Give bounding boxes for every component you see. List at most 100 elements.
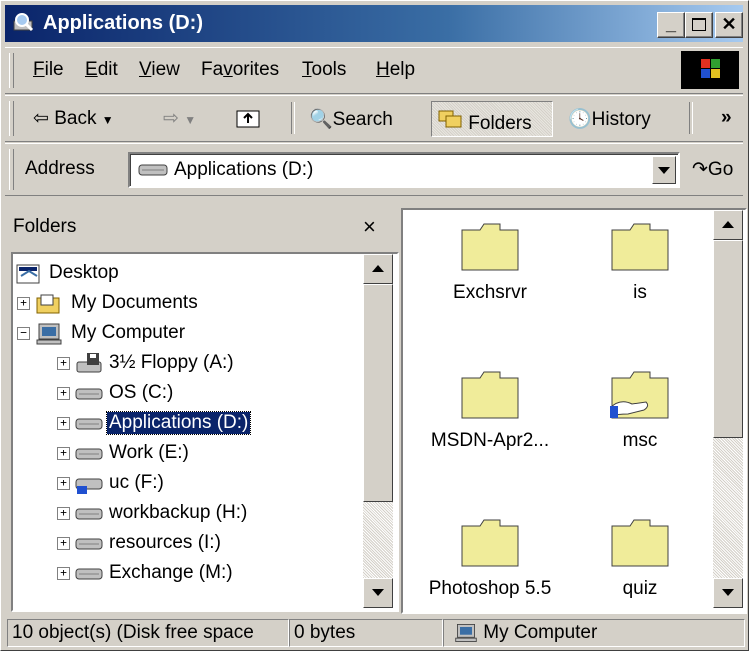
folders-button[interactable]: Folders (437, 107, 532, 135)
chevron-up-icon (722, 221, 734, 228)
expand-plus-icon[interactable]: + (57, 507, 70, 520)
menu-favorites[interactable]: Favorites (201, 59, 279, 81)
maximize-icon (692, 18, 706, 31)
forward-dropdown-icon: ▼ (184, 113, 197, 127)
scroll-down-button[interactable] (363, 578, 393, 608)
explorer-window: Applications (D:) _ ✕ File Edit View Fav… (0, 0, 749, 651)
scroll-up-button[interactable] (363, 254, 393, 284)
folder-item[interactable]: quiz (565, 516, 715, 600)
folder-item[interactable]: Photoshop 5.5 (415, 516, 565, 600)
drive-search-icon (13, 13, 34, 32)
forward-button[interactable]: ⇨ ▼ (163, 107, 196, 130)
minimize-button[interactable]: _ (657, 12, 685, 38)
history-button[interactable]: 🕓History (568, 107, 651, 131)
folder-tree: Desktop + My Documents − My Computer + 3… (11, 252, 399, 612)
toolbar-separator (291, 102, 295, 134)
folder-item[interactable]: is (565, 220, 715, 304)
folders-icon (438, 110, 462, 128)
my-computer-icon (455, 623, 477, 642)
content-scrollbar[interactable] (713, 210, 743, 608)
menu-file[interactable]: File (33, 59, 64, 81)
address-grip[interactable] (9, 149, 14, 190)
my-computer-icon (36, 323, 62, 345)
window-title: Applications (D:) (43, 12, 203, 34)
scroll-thumb[interactable] (363, 284, 393, 502)
search-icon: 🔍 (309, 109, 333, 130)
status-size: 0 bytes (289, 619, 443, 647)
up-button[interactable] (235, 107, 263, 135)
folders-pane: Folders × Desktop + My Documents − My Co… (7, 208, 399, 612)
file-list-pane: Exchsrvr is MSDN-Apr2... msc Photoshop 5… (401, 208, 747, 614)
go-arrow-icon: ↷ (692, 159, 708, 180)
expand-plus-icon[interactable]: + (57, 537, 70, 550)
expand-plus-icon[interactable]: + (57, 387, 70, 400)
folder-icon (461, 371, 519, 419)
expand-plus-icon[interactable]: + (17, 297, 30, 310)
go-button[interactable]: ↷Go (692, 158, 733, 181)
toolbar-grip[interactable] (9, 101, 14, 136)
close-icon: ✕ (721, 14, 737, 34)
up-folder-icon (236, 110, 260, 128)
back-arrow-icon: ⇦ (33, 108, 49, 129)
menu-tools[interactable]: Tools (302, 59, 346, 81)
folder-icon (611, 519, 669, 567)
my-documents-icon (36, 294, 60, 314)
address-bar: Address Applications (D:) ↷Go (5, 143, 743, 196)
expand-plus-icon[interactable]: + (57, 357, 70, 370)
expand-plus-icon[interactable]: + (57, 567, 70, 580)
standard-toolbar: ⇦ Back ▼ ⇨ ▼ 🔍Search Folders 🕓History » (5, 95, 743, 142)
status-zone: My Computer (443, 619, 745, 647)
selected-tree-label: Applications (D:) (105, 411, 252, 435)
status-bar: 10 object(s) (Disk free space 0 bytes My… (5, 617, 745, 647)
shared-drive-icon (75, 478, 103, 494)
shared-folder-icon (610, 371, 669, 419)
address-value: Applications (D:) (174, 159, 314, 180)
hard-drive-icon (75, 508, 103, 520)
folders-pane-close-button[interactable]: × (363, 214, 376, 240)
title-bar[interactable]: Applications (D:) _ ✕ (5, 5, 743, 42)
address-label: Address (25, 158, 95, 179)
hard-drive-icon (75, 568, 103, 580)
menu-edit[interactable]: Edit (85, 59, 118, 81)
chevron-down-icon (658, 167, 670, 174)
expand-plus-icon[interactable]: + (57, 477, 70, 490)
menu-view[interactable]: View (139, 59, 180, 81)
chevron-down-icon (372, 589, 384, 596)
hard-drive-icon (75, 418, 103, 430)
search-button[interactable]: 🔍Search (309, 107, 393, 131)
history-icon: 🕓 (568, 109, 592, 130)
scroll-thumb[interactable] (713, 240, 743, 438)
folder-icon (611, 223, 669, 271)
shared-folder-item[interactable]: msc (565, 368, 715, 452)
expand-plus-icon[interactable]: + (57, 447, 70, 460)
floppy-drive-icon (76, 353, 102, 373)
windows-logo-icon (681, 51, 739, 89)
folder-icon (461, 223, 519, 271)
toolbar-overflow-button[interactable]: » (721, 107, 732, 129)
folder-item[interactable]: MSDN-Apr2... (415, 368, 565, 452)
desktop-icon (16, 264, 40, 284)
folder-icon (461, 519, 519, 567)
address-input[interactable]: Applications (D:) (128, 152, 680, 188)
address-dropdown-button[interactable] (652, 156, 676, 184)
folder-item[interactable]: Exchsrvr (415, 220, 565, 304)
toolbar-separator (689, 102, 693, 134)
close-button[interactable]: ✕ (715, 12, 743, 38)
menu-bar: File Edit View Favorites Tools Help (5, 47, 743, 94)
hard-drive-icon (138, 164, 168, 176)
tree-scrollbar[interactable] (363, 254, 393, 608)
scroll-down-button[interactable] (713, 578, 743, 608)
back-button[interactable]: ⇦ Back ▼ (33, 107, 114, 130)
expand-plus-icon[interactable]: + (57, 417, 70, 430)
minimize-icon: _ (665, 14, 676, 34)
chevron-up-icon (372, 265, 384, 272)
menu-grip[interactable] (9, 53, 14, 88)
forward-arrow-icon: ⇨ (163, 108, 179, 129)
collapse-minus-icon[interactable]: − (17, 327, 30, 340)
maximize-button[interactable] (685, 12, 713, 38)
status-object-count: 10 object(s) (Disk free space (7, 619, 289, 647)
hard-drive-icon (75, 538, 103, 550)
scroll-up-button[interactable] (713, 210, 743, 240)
menu-help[interactable]: Help (376, 59, 415, 81)
back-dropdown-icon: ▼ (101, 113, 114, 127)
